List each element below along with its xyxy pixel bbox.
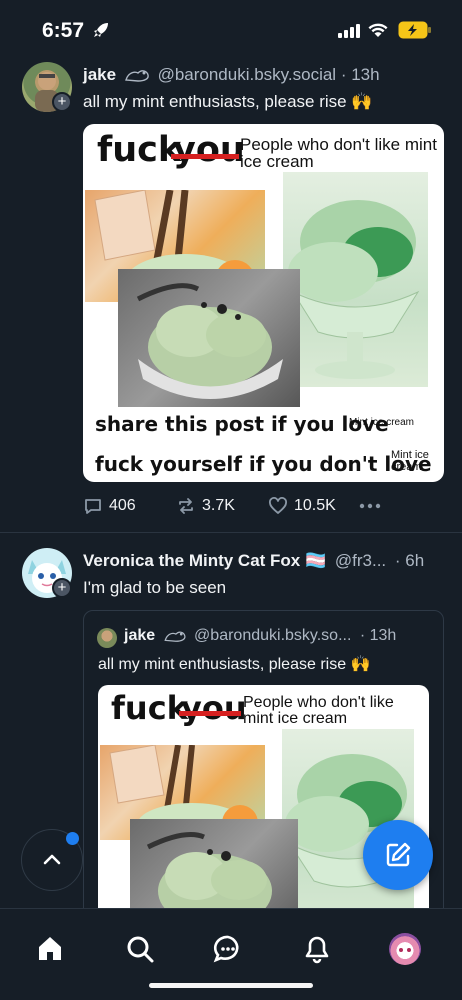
nav-home[interactable] <box>30 929 70 969</box>
author-handle[interactable]: @fr3... <box>335 551 386 570</box>
meme-share-small: Mint ice cream <box>349 417 415 428</box>
meme-image[interactable]: fuck you People who don't like mint ice … <box>83 124 444 482</box>
nav-notifications[interactable] <box>297 929 337 969</box>
nav-profile[interactable] <box>385 929 425 969</box>
avatar[interactable] <box>97 628 117 648</box>
meme-fuck-small: Mint ice cream <box>391 449 429 473</box>
post-time: · 13h <box>340 65 380 84</box>
frog-icon <box>164 631 186 642</box>
frog-icon <box>124 70 149 82</box>
reply-icon <box>85 499 101 514</box>
chat-icon <box>213 935 239 963</box>
home-indicator <box>149 983 313 988</box>
author-name[interactable]: jake <box>124 627 155 644</box>
meme-word-you: you <box>181 689 247 727</box>
nav-search[interactable] <box>120 929 160 969</box>
author-name[interactable]: jake <box>83 65 116 84</box>
status-bar: 6:57 <box>0 0 462 62</box>
repost-count: 3.7K <box>202 497 235 514</box>
more-options-button[interactable] <box>358 496 382 516</box>
strikethrough-line <box>179 711 241 716</box>
chevron-up-icon <box>43 854 61 865</box>
follow-plus-icon[interactable]: + <box>52 578 72 598</box>
author-handle[interactable]: @baronduki.bsky.so... <box>194 627 351 644</box>
feed-post[interactable]: + jake @baronduki.bsky.social · 13h all … <box>0 62 462 532</box>
reply-button[interactable]: 406 <box>83 496 136 516</box>
new-posts-dot <box>66 832 79 845</box>
compose-button[interactable] <box>363 820 433 890</box>
heart-icon <box>269 497 287 514</box>
repost-icon <box>179 498 193 514</box>
like-count: 10.5K <box>294 497 336 514</box>
bell-icon <box>305 936 329 964</box>
profile-avatar-icon <box>399 948 411 952</box>
status-time: 6:57 <box>42 19 85 42</box>
post-time: · 6h <box>394 551 425 570</box>
avatar <box>389 933 421 965</box>
ice-cream-bowl-photo <box>118 269 300 407</box>
compose-pencil-icon <box>386 842 411 867</box>
battery-charging-icon <box>398 21 431 39</box>
meme-share-line: share this post if you love <box>95 412 389 436</box>
like-button[interactable]: 10.5K <box>268 496 336 516</box>
signal-icon <box>338 24 360 38</box>
more-dots-icon <box>359 503 381 509</box>
nav-chat[interactable] <box>208 929 248 969</box>
ice-cream-glass-photo <box>283 172 428 387</box>
post-divider <box>0 532 462 533</box>
meme-word-you: you <box>173 130 245 170</box>
meme-word-fuck: fuck <box>97 130 182 170</box>
quoted-meme-image[interactable]: fuck you People who don't like mint ice … <box>98 685 429 929</box>
author-name[interactable]: Veronica the Minty Cat Fox 🏳️‍⚧️ <box>83 551 326 570</box>
rocket-icon <box>94 23 108 37</box>
meme-caption-top: People who don't like mint ice cream <box>243 694 394 727</box>
search-icon <box>127 936 154 963</box>
repost-button[interactable]: 3.7K <box>176 496 235 516</box>
meme-caption-top: People who don't like mint ice cream <box>240 135 437 171</box>
post-text: I'm glad to be seen <box>83 578 227 597</box>
post-time: · 13h <box>359 627 397 644</box>
post-header: jake @baronduki.bsky.social · 13h <box>83 65 380 85</box>
post-header: Veronica the Minty Cat Fox 🏳️‍⚧️ @fr3...… <box>83 551 424 571</box>
strikethrough-line <box>171 154 239 159</box>
author-handle[interactable]: @baronduki.bsky.social <box>158 65 337 84</box>
quote-header: jake @baronduki.bsky.so... · 13h <box>124 627 396 645</box>
wifi-icon <box>368 23 388 37</box>
quote-text: all my mint enthusiasts, please rise 🙌 <box>98 656 371 673</box>
meme-word-fuck: fuck <box>111 689 188 727</box>
meme-fuck-line: fuck yourself if you don't love <box>95 452 432 476</box>
reply-count: 406 <box>109 497 136 514</box>
home-icon <box>39 937 61 960</box>
follow-plus-icon[interactable]: + <box>52 92 72 112</box>
post-text: all my mint enthusiasts, please rise 🙌 <box>83 92 373 111</box>
